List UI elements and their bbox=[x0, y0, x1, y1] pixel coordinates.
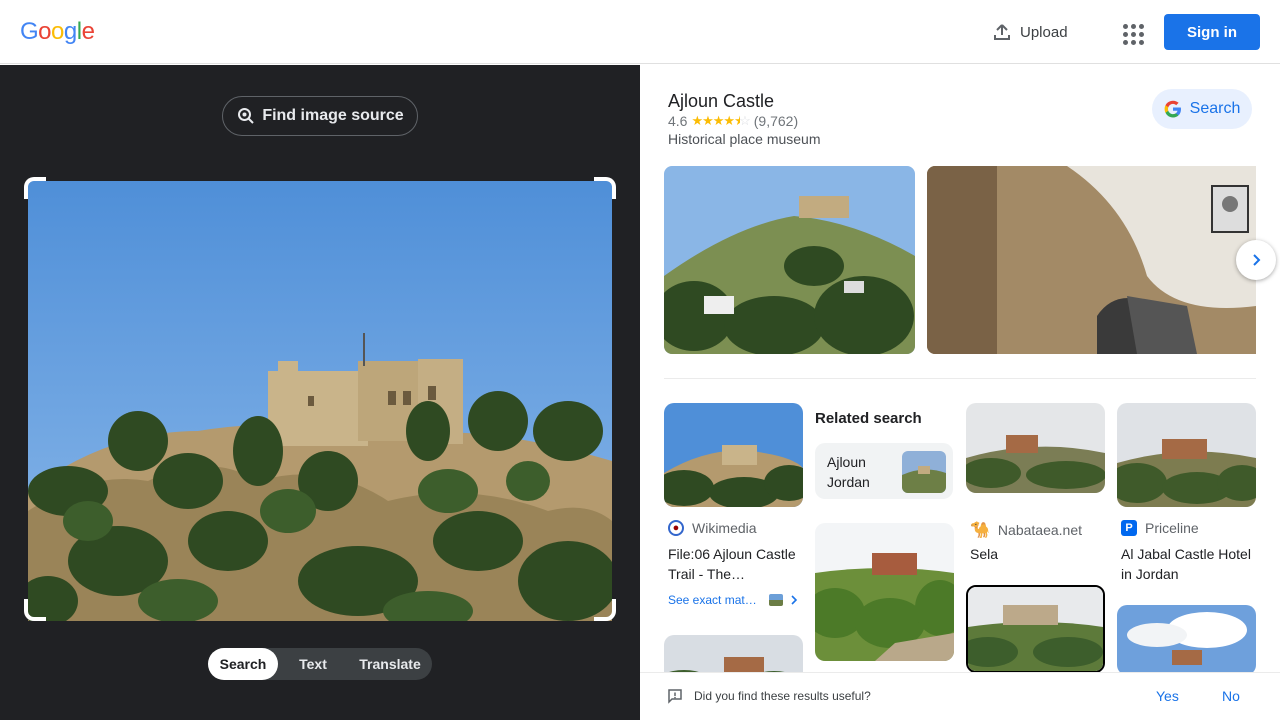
source-name: Priceline bbox=[1145, 520, 1199, 536]
upload-label: Upload bbox=[1020, 23, 1068, 41]
rating-value: 4.6 bbox=[668, 113, 688, 129]
wikimedia-icon: ● bbox=[668, 520, 684, 536]
upload-button[interactable]: Upload bbox=[992, 20, 1068, 44]
see-exact-matches-link[interactable]: See exact mat… bbox=[668, 593, 799, 607]
logo-letter: g bbox=[63, 18, 77, 45]
result-image-nabataea[interactable] bbox=[966, 403, 1105, 493]
result-title-nabataea[interactable]: Sela bbox=[970, 544, 1100, 564]
review-count: (9,762) bbox=[753, 113, 799, 129]
related-search-label: Ajloun Jordan bbox=[827, 454, 870, 490]
result-image-wikimedia[interactable] bbox=[664, 403, 803, 507]
camel-icon: 🐪 bbox=[970, 522, 990, 539]
logo-letter: o bbox=[38, 18, 52, 45]
star-rating-icon: ★★★★★☆ bbox=[691, 113, 750, 128]
sign-in-button[interactable]: Sign in bbox=[1164, 14, 1260, 50]
related-search-chip[interactable]: Ajloun Jordan bbox=[815, 443, 953, 499]
logo-letter: G bbox=[20, 18, 39, 45]
feedback-no-button[interactable]: No bbox=[1222, 688, 1240, 704]
result-image-related[interactable] bbox=[815, 523, 954, 661]
gallery-next-button[interactable] bbox=[1236, 240, 1276, 280]
chevron-right-icon bbox=[791, 595, 797, 605]
result-image-extra-2[interactable] bbox=[966, 585, 1105, 673]
mode-tab-search[interactable]: Search bbox=[208, 648, 278, 680]
entity-image-1[interactable] bbox=[664, 166, 915, 354]
results-panel: Ajloun Castle 4.6 ★★★★★☆ (9,762) Histori… bbox=[640, 65, 1280, 720]
google-logo[interactable]: Google bbox=[20, 18, 95, 46]
result-title-wikimedia[interactable]: File:06 Ajloun Castle Trail - The… bbox=[668, 544, 798, 584]
find-image-source-label: Find image source bbox=[262, 107, 404, 124]
entity-title[interactable]: Ajloun Castle bbox=[668, 91, 774, 112]
entity-search-button[interactable]: Search bbox=[1152, 89, 1252, 129]
feedback-question: Did you find these results useful? bbox=[694, 689, 871, 703]
source-name: Wikimedia bbox=[692, 520, 757, 536]
mode-switcher: Search Text Translate bbox=[208, 648, 432, 680]
mode-tab-translate[interactable]: Translate bbox=[348, 648, 432, 680]
entity-search-label: Search bbox=[1189, 100, 1241, 117]
result-image-priceline[interactable] bbox=[1117, 403, 1256, 507]
crop-handle-bottom-right[interactable] bbox=[594, 599, 616, 621]
result-source-priceline[interactable]: P Priceline bbox=[1121, 520, 1199, 536]
mode-tab-text[interactable]: Text bbox=[278, 648, 348, 680]
chevron-right-icon bbox=[1253, 254, 1261, 266]
source-name: Nabataea.net bbox=[997, 522, 1082, 538]
feedback-bar: Did you find these results useful? Yes N… bbox=[640, 672, 1280, 720]
entity-rating: 4.6 ★★★★★☆ (9,762) bbox=[668, 113, 798, 129]
logo-letter: e bbox=[81, 18, 95, 45]
section-divider bbox=[664, 378, 1256, 379]
result-source-nabataea[interactable]: 🐪 Nabataea.net bbox=[970, 520, 1082, 540]
exact-matches-label: See exact mat… bbox=[668, 593, 757, 607]
feedback-icon bbox=[668, 689, 682, 704]
logo-letter: o bbox=[51, 18, 64, 45]
priceline-icon: P bbox=[1121, 520, 1137, 536]
query-image[interactable] bbox=[28, 181, 612, 621]
related-search-heading: Related search bbox=[815, 410, 922, 427]
upload-icon bbox=[994, 24, 1010, 40]
result-image-extra-3[interactable] bbox=[1117, 605, 1256, 675]
result-source-wikimedia[interactable]: ● Wikimedia bbox=[668, 520, 757, 536]
crop-handle-top-right[interactable] bbox=[594, 177, 616, 199]
crop-handle-bottom-left[interactable] bbox=[24, 599, 46, 621]
query-image-panel: Find image source Search Text Translate bbox=[0, 65, 640, 720]
apps-grid-icon[interactable] bbox=[1118, 18, 1146, 46]
exact-match-thumb bbox=[768, 594, 783, 606]
result-title-priceline[interactable]: Al Jabal Castle Hotel in Jordan bbox=[1121, 544, 1251, 584]
find-image-source-button[interactable]: Find image source bbox=[222, 96, 418, 136]
top-bar: Google Upload Sign in bbox=[0, 0, 1280, 64]
google-g-icon bbox=[1164, 100, 1181, 118]
feedback-yes-button[interactable]: Yes bbox=[1156, 688, 1179, 704]
crop-handle-top-left[interactable] bbox=[24, 177, 46, 199]
entity-subtitle: Historical place museum bbox=[668, 131, 821, 147]
entity-image-2[interactable] bbox=[927, 166, 1256, 354]
lens-search-icon bbox=[238, 108, 255, 124]
